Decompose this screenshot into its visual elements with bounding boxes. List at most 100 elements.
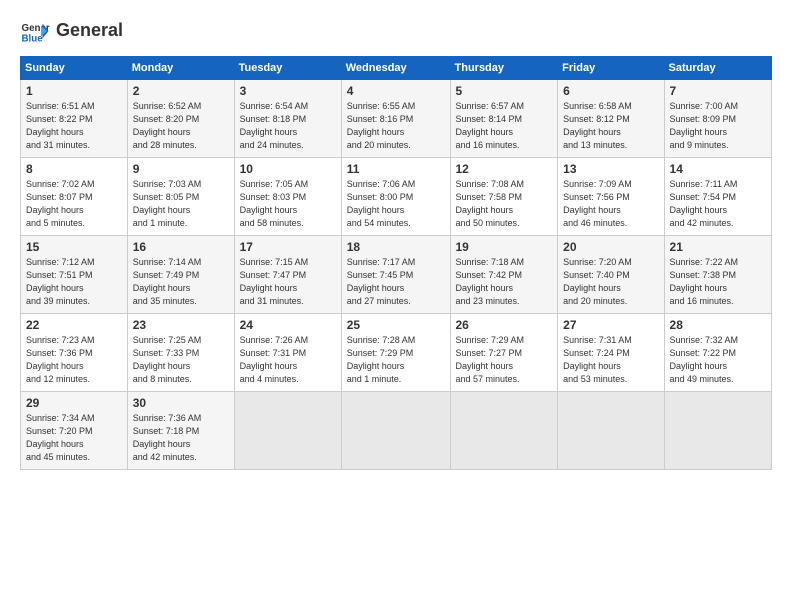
day-number: 29 [26, 396, 122, 410]
calendar-cell: 2 Sunrise: 6:52 AM Sunset: 8:20 PM Dayli… [127, 80, 234, 158]
calendar-cell: 17 Sunrise: 7:15 AM Sunset: 7:47 PM Dayl… [234, 236, 341, 314]
day-info: Sunrise: 7:34 AM Sunset: 7:20 PM Dayligh… [26, 412, 122, 464]
day-info: Sunrise: 6:52 AM Sunset: 8:20 PM Dayligh… [133, 100, 229, 152]
calendar-cell: 29 Sunrise: 7:34 AM Sunset: 7:20 PM Dayl… [21, 392, 128, 470]
day-number: 8 [26, 162, 122, 176]
calendar-cell: 5 Sunrise: 6:57 AM Sunset: 8:14 PM Dayli… [450, 80, 558, 158]
day-number: 26 [456, 318, 553, 332]
day-number: 15 [26, 240, 122, 254]
day-number: 6 [563, 84, 658, 98]
day-info: Sunrise: 7:18 AM Sunset: 7:42 PM Dayligh… [456, 256, 553, 308]
weekday-header-friday: Friday [558, 57, 664, 80]
calendar-cell [558, 392, 664, 470]
calendar-cell: 4 Sunrise: 6:55 AM Sunset: 8:16 PM Dayli… [341, 80, 450, 158]
weekday-header-saturday: Saturday [664, 57, 771, 80]
day-number: 3 [240, 84, 336, 98]
day-number: 22 [26, 318, 122, 332]
day-number: 27 [563, 318, 658, 332]
day-number: 13 [563, 162, 658, 176]
calendar-cell: 8 Sunrise: 7:02 AM Sunset: 8:07 PM Dayli… [21, 158, 128, 236]
day-info: Sunrise: 7:05 AM Sunset: 8:03 PM Dayligh… [240, 178, 336, 230]
day-number: 12 [456, 162, 553, 176]
calendar-cell: 9 Sunrise: 7:03 AM Sunset: 8:05 PM Dayli… [127, 158, 234, 236]
day-info: Sunrise: 7:14 AM Sunset: 7:49 PM Dayligh… [133, 256, 229, 308]
calendar-cell [450, 392, 558, 470]
day-info: Sunrise: 7:03 AM Sunset: 8:05 PM Dayligh… [133, 178, 229, 230]
calendar-cell: 13 Sunrise: 7:09 AM Sunset: 7:56 PM Dayl… [558, 158, 664, 236]
day-info: Sunrise: 7:02 AM Sunset: 8:07 PM Dayligh… [26, 178, 122, 230]
weekday-header-tuesday: Tuesday [234, 57, 341, 80]
day-number: 7 [670, 84, 766, 98]
day-number: 30 [133, 396, 229, 410]
day-info: Sunrise: 7:28 AM Sunset: 7:29 PM Dayligh… [347, 334, 445, 386]
weekday-header-wednesday: Wednesday [341, 57, 450, 80]
day-number: 11 [347, 162, 445, 176]
calendar-week-3: 15 Sunrise: 7:12 AM Sunset: 7:51 PM Dayl… [21, 236, 772, 314]
day-info: Sunrise: 6:54 AM Sunset: 8:18 PM Dayligh… [240, 100, 336, 152]
calendar-cell [234, 392, 341, 470]
calendar-cell: 18 Sunrise: 7:17 AM Sunset: 7:45 PM Dayl… [341, 236, 450, 314]
calendar-cell: 21 Sunrise: 7:22 AM Sunset: 7:38 PM Dayl… [664, 236, 771, 314]
calendar-week-5: 29 Sunrise: 7:34 AM Sunset: 7:20 PM Dayl… [21, 392, 772, 470]
day-number: 21 [670, 240, 766, 254]
calendar-cell [341, 392, 450, 470]
day-number: 10 [240, 162, 336, 176]
day-info: Sunrise: 7:20 AM Sunset: 7:40 PM Dayligh… [563, 256, 658, 308]
day-number: 2 [133, 84, 229, 98]
day-number: 25 [347, 318, 445, 332]
calendar-week-1: 1 Sunrise: 6:51 AM Sunset: 8:22 PM Dayli… [21, 80, 772, 158]
day-number: 5 [456, 84, 553, 98]
day-number: 23 [133, 318, 229, 332]
day-number: 24 [240, 318, 336, 332]
day-number: 20 [563, 240, 658, 254]
day-info: Sunrise: 6:58 AM Sunset: 8:12 PM Dayligh… [563, 100, 658, 152]
day-info: Sunrise: 7:06 AM Sunset: 8:00 PM Dayligh… [347, 178, 445, 230]
day-number: 1 [26, 84, 122, 98]
calendar-week-4: 22 Sunrise: 7:23 AM Sunset: 7:36 PM Dayl… [21, 314, 772, 392]
day-number: 16 [133, 240, 229, 254]
weekday-header-sunday: Sunday [21, 57, 128, 80]
calendar-cell: 27 Sunrise: 7:31 AM Sunset: 7:24 PM Dayl… [558, 314, 664, 392]
calendar-cell: 3 Sunrise: 6:54 AM Sunset: 8:18 PM Dayli… [234, 80, 341, 158]
calendar-cell: 24 Sunrise: 7:26 AM Sunset: 7:31 PM Dayl… [234, 314, 341, 392]
day-info: Sunrise: 7:26 AM Sunset: 7:31 PM Dayligh… [240, 334, 336, 386]
header: General Blue General [20, 16, 772, 46]
day-info: Sunrise: 7:08 AM Sunset: 7:58 PM Dayligh… [456, 178, 553, 230]
day-info: Sunrise: 7:25 AM Sunset: 7:33 PM Dayligh… [133, 334, 229, 386]
calendar-cell: 22 Sunrise: 7:23 AM Sunset: 7:36 PM Dayl… [21, 314, 128, 392]
logo-text: General [56, 21, 123, 41]
calendar-cell: 1 Sunrise: 6:51 AM Sunset: 8:22 PM Dayli… [21, 80, 128, 158]
calendar-cell: 28 Sunrise: 7:32 AM Sunset: 7:22 PM Dayl… [664, 314, 771, 392]
calendar-cell: 30 Sunrise: 7:36 AM Sunset: 7:18 PM Dayl… [127, 392, 234, 470]
day-info: Sunrise: 7:36 AM Sunset: 7:18 PM Dayligh… [133, 412, 229, 464]
day-info: Sunrise: 7:22 AM Sunset: 7:38 PM Dayligh… [670, 256, 766, 308]
calendar-cell: 12 Sunrise: 7:08 AM Sunset: 7:58 PM Dayl… [450, 158, 558, 236]
calendar-cell: 11 Sunrise: 7:06 AM Sunset: 8:00 PM Dayl… [341, 158, 450, 236]
calendar-cell: 10 Sunrise: 7:05 AM Sunset: 8:03 PM Dayl… [234, 158, 341, 236]
calendar-cell [664, 392, 771, 470]
day-info: Sunrise: 6:57 AM Sunset: 8:14 PM Dayligh… [456, 100, 553, 152]
weekday-header-thursday: Thursday [450, 57, 558, 80]
day-number: 18 [347, 240, 445, 254]
calendar-table: SundayMondayTuesdayWednesdayThursdayFrid… [20, 56, 772, 470]
logo: General Blue General [20, 16, 123, 46]
calendar-cell: 14 Sunrise: 7:11 AM Sunset: 7:54 PM Dayl… [664, 158, 771, 236]
calendar-cell: 7 Sunrise: 7:00 AM Sunset: 8:09 PM Dayli… [664, 80, 771, 158]
calendar-cell: 19 Sunrise: 7:18 AM Sunset: 7:42 PM Dayl… [450, 236, 558, 314]
svg-text:Blue: Blue [22, 34, 44, 45]
day-info: Sunrise: 7:09 AM Sunset: 7:56 PM Dayligh… [563, 178, 658, 230]
calendar-cell: 16 Sunrise: 7:14 AM Sunset: 7:49 PM Dayl… [127, 236, 234, 314]
day-info: Sunrise: 7:23 AM Sunset: 7:36 PM Dayligh… [26, 334, 122, 386]
day-number: 17 [240, 240, 336, 254]
day-info: Sunrise: 7:31 AM Sunset: 7:24 PM Dayligh… [563, 334, 658, 386]
calendar-cell: 6 Sunrise: 6:58 AM Sunset: 8:12 PM Dayli… [558, 80, 664, 158]
calendar-cell: 26 Sunrise: 7:29 AM Sunset: 7:27 PM Dayl… [450, 314, 558, 392]
calendar-week-2: 8 Sunrise: 7:02 AM Sunset: 8:07 PM Dayli… [21, 158, 772, 236]
day-info: Sunrise: 7:00 AM Sunset: 8:09 PM Dayligh… [670, 100, 766, 152]
day-info: Sunrise: 6:55 AM Sunset: 8:16 PM Dayligh… [347, 100, 445, 152]
calendar-cell: 20 Sunrise: 7:20 AM Sunset: 7:40 PM Dayl… [558, 236, 664, 314]
day-number: 14 [670, 162, 766, 176]
day-number: 28 [670, 318, 766, 332]
day-info: Sunrise: 7:11 AM Sunset: 7:54 PM Dayligh… [670, 178, 766, 230]
day-number: 19 [456, 240, 553, 254]
